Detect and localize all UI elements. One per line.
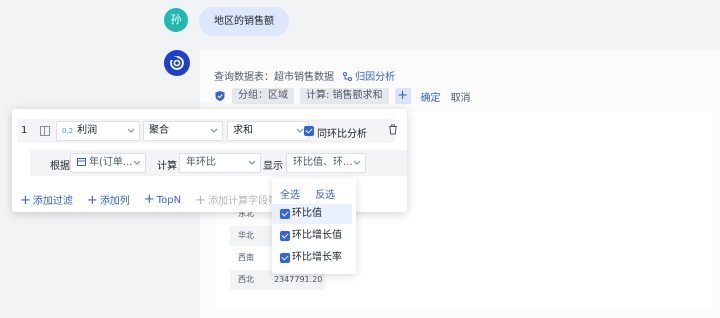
agg-value: 求和 — [233, 125, 253, 136]
invert-selection-button[interactable]: 反选 — [315, 190, 335, 201]
dropdown-option[interactable]: 环比值 — [272, 204, 352, 224]
action-row: + 添加过滤 + 添加列 + TopN + 添加计算字段筛 — [20, 192, 278, 208]
add-chip-button[interactable]: + — [394, 88, 411, 104]
dropdown-option[interactable]: 环比增长值 — [272, 226, 352, 246]
calc-value: 年环比 — [186, 157, 216, 168]
plus-icon: + — [143, 192, 155, 207]
chevron-down-icon — [296, 128, 304, 133]
show-label: 显示 — [263, 161, 283, 172]
add-column-label: 添加列 — [99, 196, 130, 207]
chevron-down-icon — [353, 160, 361, 165]
group-chip[interactable]: 分组：区域 — [232, 88, 294, 104]
calc-chip[interactable]: 计算: 销售额求和 — [300, 88, 389, 104]
option-label: 环比增长值 — [292, 230, 342, 241]
option-label: 环比值 — [292, 208, 322, 219]
chevron-down-icon — [210, 128, 218, 133]
field-value: 利润 — [77, 125, 98, 136]
chip-row: 分组：区域 计算: 销售额求和 + 确定 取消 — [214, 88, 471, 104]
attribution-analysis-link[interactable]: 归因分析 — [343, 72, 395, 83]
option-checkbox[interactable] — [280, 231, 290, 241]
dropdown-actions: 全选 反选 — [280, 186, 347, 201]
chevron-down-icon — [127, 128, 135, 133]
chevron-down-icon — [133, 160, 141, 165]
attribution-label: 归因分析 — [355, 72, 396, 83]
add-calc-field-button[interactable]: + 添加计算字段筛 — [195, 192, 278, 208]
dropdown-option[interactable]: 环比增长率 — [272, 248, 352, 268]
basis-select[interactable]: 年(订单... — [70, 153, 146, 173]
row-index: 1 — [21, 125, 28, 136]
show-select[interactable]: 环比值、环... — [286, 153, 366, 173]
metric-row: 1 0.2 利润 聚合 求和 同环比分析 — [18, 119, 395, 143]
option-checkbox[interactable] — [280, 253, 290, 263]
region-cell: 西北 — [238, 275, 254, 284]
topn-button[interactable]: + TopN — [144, 192, 181, 208]
topn-label: TopN — [156, 195, 182, 206]
mode-value: 聚合 — [149, 125, 169, 136]
yoy-checkbox[interactable] — [304, 126, 314, 136]
user-message-bubble: 地区的销售额 — [199, 7, 289, 36]
yoy-label: 同环比分析 — [317, 129, 367, 140]
trash-icon[interactable] — [388, 124, 398, 135]
add-filter-button[interactable]: + 添加过滤 — [20, 192, 73, 208]
mode-select[interactable]: 聚合 — [143, 121, 223, 141]
add-filter-label: 添加过滤 — [32, 196, 73, 207]
select-all-button[interactable]: 全选 — [280, 190, 300, 201]
numeric-type-icon: 0.2 — [62, 127, 74, 135]
calc-select[interactable]: 年环比 — [179, 153, 261, 173]
confirm-button[interactable]: 确定 — [421, 89, 441, 104]
plus-icon: + — [86, 193, 98, 208]
region-cell: 西南 — [238, 253, 254, 262]
basis-row: 根据 年(订单... 计算 年环比 显示 环比值、环... — [30, 150, 407, 176]
plus-icon: + — [20, 193, 31, 208]
attribution-icon — [343, 72, 353, 81]
option-label: 环比增长率 — [292, 252, 342, 263]
agg-select[interactable]: 求和 — [227, 121, 309, 141]
bot-logo-icon — [170, 56, 184, 70]
shield-icon — [215, 91, 225, 101]
field-select[interactable]: 0.2 利润 — [56, 121, 140, 141]
collapse-icon[interactable] — [40, 126, 50, 136]
user-avatar: 孙 — [164, 8, 188, 32]
basis-label: 根据 — [50, 161, 70, 172]
bot-avatar — [164, 50, 190, 76]
add-column-button[interactable]: + 添加列 — [87, 192, 130, 208]
query-row: 查询数据表：超市销售数据 归因分析 — [214, 68, 395, 83]
add-calc-field-label: 添加计算字段筛 — [207, 196, 278, 207]
dataset-label: 查询数据表：超市销售数据 — [214, 72, 334, 83]
basis-value: 年(订单... — [89, 157, 133, 168]
calendar-icon — [77, 158, 86, 166]
show-value: 环比值、环... — [293, 157, 353, 168]
chevron-down-icon — [248, 160, 256, 165]
calc-label: 计算 — [157, 161, 177, 172]
show-options-dropdown: 全选 反选 环比值 环比增长值 环比增长率 — [272, 178, 356, 274]
region-cell: 华北 — [238, 231, 254, 240]
plus-icon: + — [195, 193, 206, 208]
cancel-button[interactable]: 取消 — [451, 89, 471, 104]
option-checkbox[interactable] — [280, 209, 290, 219]
